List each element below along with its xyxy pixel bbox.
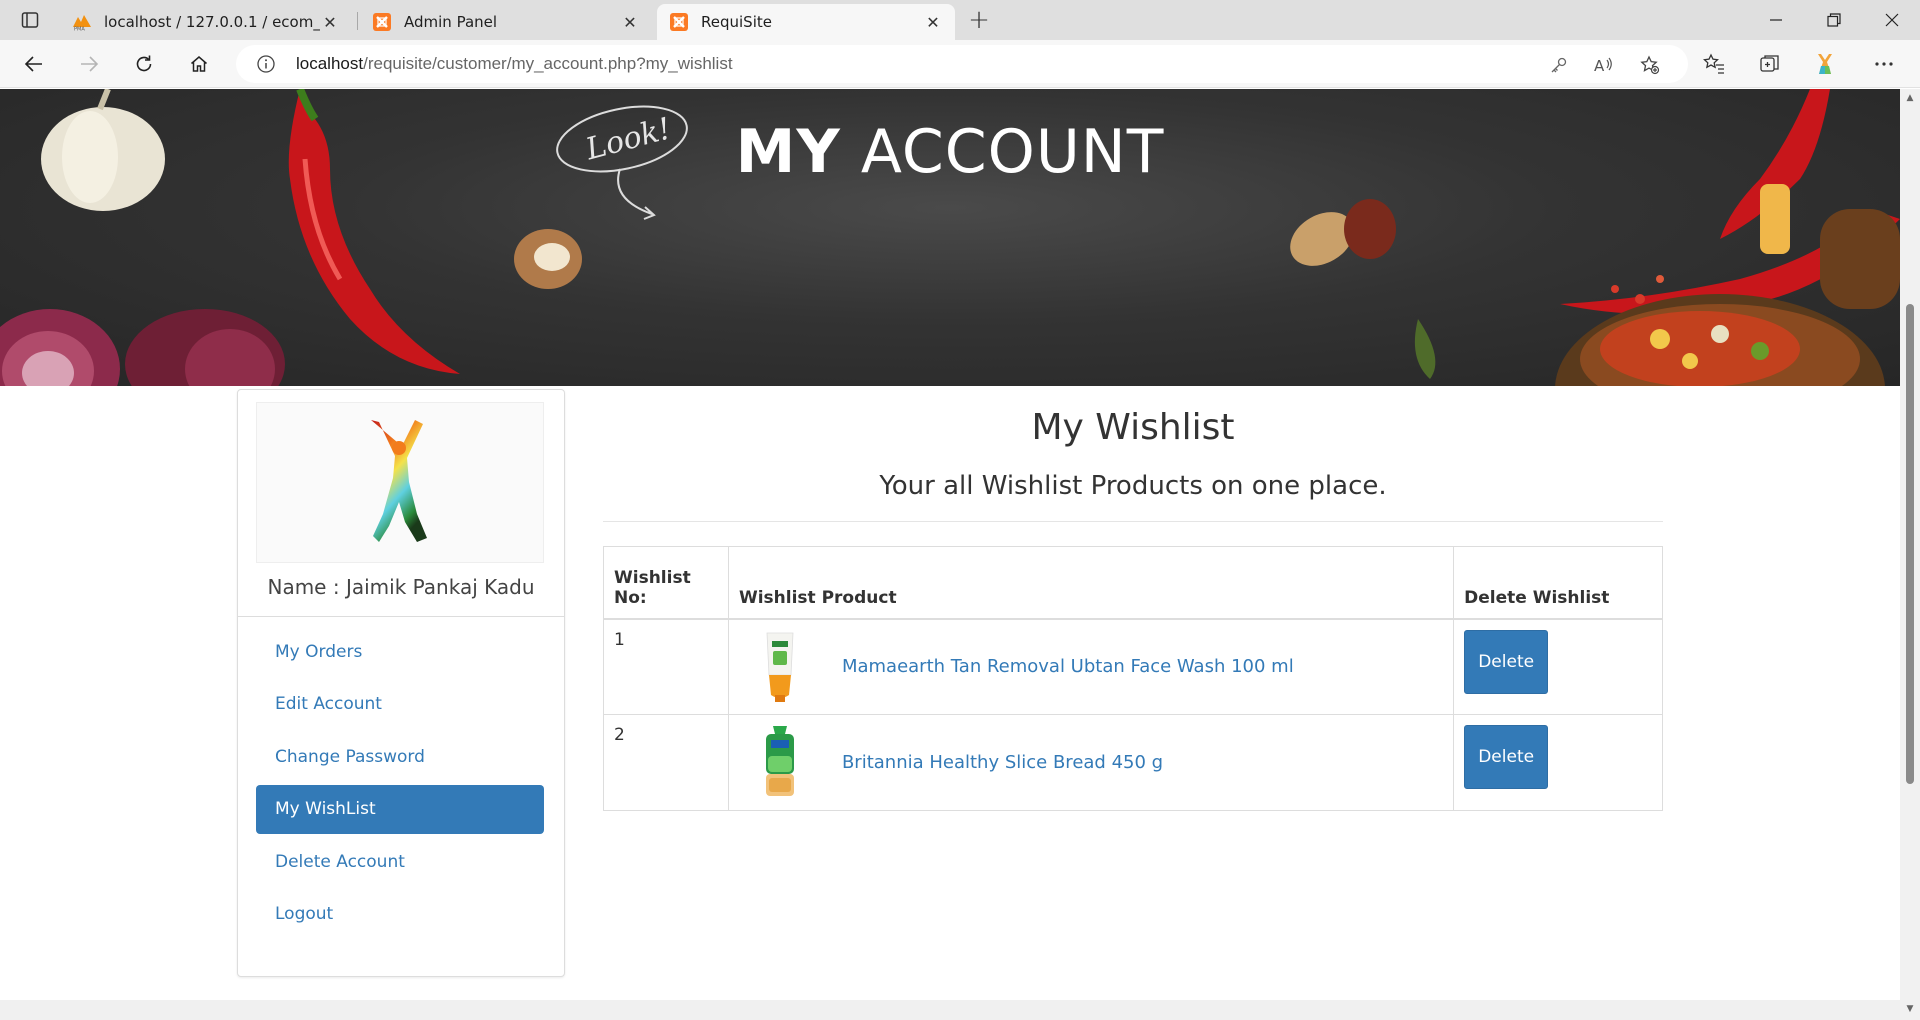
menu-item-logout[interactable]: Logout	[256, 890, 544, 939]
phpmyadmin-icon: PMA	[72, 12, 92, 32]
table-row: 1 Mamaearth Tan Removal Ubtan Face Wash …	[603, 618, 1663, 715]
wishlist-product-cell: Mamaearth Tan Removal Ubtan Face Wash 10…	[727, 618, 1455, 715]
banner-title-bold: MY	[735, 117, 841, 187]
product-link[interactable]: Britannia Healthy Slice Bread 450 g	[842, 752, 1163, 773]
close-window-icon[interactable]	[1864, 0, 1920, 40]
account-menu: My Orders Edit Account Change Password M…	[256, 627, 544, 942]
product-link[interactable]: Mamaearth Tan Removal Ubtan Face Wash 10…	[842, 656, 1294, 677]
browser-toolbar: localhost/requisite/customer/my_account.…	[0, 40, 1920, 88]
url-path: /requisite/customer/my_account.php?my_wi…	[363, 54, 733, 73]
tab-phpmyadmin[interactable]: PMA localhost / 127.0.0.1 / ecom_stor ✕	[60, 4, 352, 40]
avatar	[256, 402, 544, 563]
favorites-icon[interactable]	[1702, 52, 1726, 76]
product-thumbnail-facewash[interactable]	[763, 631, 797, 703]
minimize-icon[interactable]	[1748, 0, 1804, 40]
table-row: 2 Britannia Healthy Slice Bread 450 g De…	[603, 714, 1663, 811]
tab-admin-panel[interactable]: Admin Panel ✕	[360, 4, 652, 40]
user-name: Name : Jaimik Pankaj Kadu	[267, 575, 535, 599]
divider	[238, 616, 564, 617]
more-options-icon[interactable]	[1872, 52, 1896, 76]
key-icon[interactable]	[1548, 54, 1570, 76]
xampp-icon	[669, 12, 689, 32]
wishlist-table: Wishlist No: Wishlist Product Delete Wis…	[603, 546, 1663, 811]
menu-item-my-orders[interactable]: My Orders	[256, 627, 544, 676]
address-bar[interactable]: localhost/requisite/customer/my_account.…	[236, 45, 1688, 83]
back-icon[interactable]	[18, 48, 50, 80]
tab-actions-icon[interactable]	[18, 8, 42, 32]
column-header-wishlist-product: Wishlist Product	[727, 546, 1455, 620]
footer-band	[0, 1000, 1900, 1020]
svg-text:A: A	[1594, 57, 1605, 74]
tab-title: Admin Panel	[404, 13, 498, 31]
new-tab-icon[interactable]: +	[965, 5, 993, 35]
collections-icon[interactable]	[1758, 52, 1782, 76]
profile-picture-icon	[371, 419, 427, 542]
profile-avatar-icon[interactable]	[1813, 52, 1837, 76]
wishlist-product-cell: Britannia Healthy Slice Bread 450 g	[727, 714, 1455, 811]
menu-item-delete-account[interactable]: Delete Account	[256, 837, 544, 886]
xampp-icon	[372, 12, 392, 32]
page-scrollbar[interactable]: ▲ ▼	[1900, 89, 1920, 1020]
tab-requisite[interactable]: RequiSite ✕	[657, 4, 955, 40]
product-thumbnail-bread[interactable]	[763, 726, 797, 798]
tab-title: RequiSite	[701, 13, 772, 31]
close-icon[interactable]: ✕	[320, 12, 340, 32]
wishlist-no-cell: 1	[603, 618, 729, 715]
account-banner: Look! MY ACCOUNT	[0, 89, 1900, 386]
delete-cell: Delete	[1453, 714, 1663, 811]
tab-title: localhost / 127.0.0.1 / ecom_stor	[104, 13, 320, 31]
refresh-icon[interactable]	[128, 48, 160, 80]
read-aloud-icon[interactable]: A	[1593, 54, 1615, 76]
wishlist-no-cell: 2	[603, 714, 729, 811]
restore-icon[interactable]	[1806, 0, 1862, 40]
table-header-row: Wishlist No: Wishlist Product Delete Wis…	[603, 546, 1663, 620]
menu-item-my-wishlist[interactable]: My WishList	[256, 784, 544, 834]
browser-tab-bar: PMA localhost / 127.0.0.1 / ecom_stor ✕ …	[0, 0, 1920, 40]
scrollbar-thumb[interactable]	[1906, 304, 1914, 784]
url-host: localhost	[296, 54, 364, 73]
scroll-down-icon[interactable]: ▼	[1905, 1004, 1915, 1014]
home-icon[interactable]	[183, 48, 215, 80]
banner-title-rest: ACCOUNT	[840, 117, 1165, 187]
url-text[interactable]: localhost/requisite/customer/my_account.…	[296, 54, 733, 74]
add-favorite-icon[interactable]	[1639, 54, 1661, 76]
close-icon[interactable]: ✕	[620, 12, 640, 32]
page-subtitle: Your all Wishlist Products on one place.	[879, 471, 1387, 501]
page-banner-title: MY ACCOUNT	[0, 117, 1900, 187]
divider	[603, 521, 1663, 522]
page-viewport: Look! MY ACCOUNT Name: Jaimik Pankaj Ka…	[0, 89, 1900, 1020]
account-sidebar: Name : Jaimik Pankaj Kadu My Orders Edit…	[237, 389, 565, 977]
info-icon[interactable]	[256, 54, 276, 74]
close-icon[interactable]: ✕	[923, 12, 943, 32]
scroll-up-icon[interactable]: ▲	[1905, 93, 1915, 103]
delete-button[interactable]: Delete	[1464, 629, 1549, 694]
column-header-delete-wishlist: Delete Wishlist	[1453, 546, 1663, 620]
delete-button[interactable]: Delete	[1464, 725, 1549, 789]
menu-item-edit-account[interactable]: Edit Account	[256, 680, 544, 729]
svg-text:PMA: PMA	[74, 27, 85, 32]
column-header-wishlist-no: Wishlist No:	[603, 546, 729, 620]
forward-icon[interactable]	[73, 48, 105, 80]
menu-item-change-password[interactable]: Change Password	[256, 732, 544, 781]
page-title: My Wishlist	[1031, 407, 1235, 448]
delete-cell: Delete	[1453, 618, 1663, 715]
tab-separator	[357, 12, 358, 30]
